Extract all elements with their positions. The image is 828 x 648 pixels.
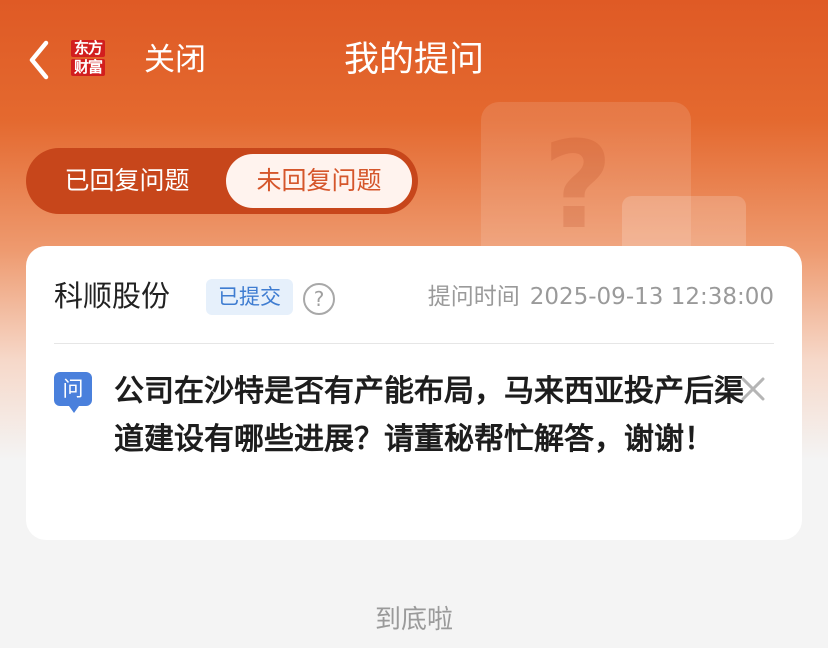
question-card: 科顺股份 已提交 ? 提问时间 2025-09-13 12:38:00 问 公司在… <box>26 246 802 540</box>
ask-time: 提问时间 2025-09-13 12:38:00 <box>428 279 774 315</box>
ask-time-value: 2025-09-13 12:38:00 <box>529 284 774 310</box>
stock-name[interactable]: 科顺股份 <box>54 276 170 316</box>
end-of-list-text: 到底啦 <box>374 605 453 635</box>
top-bar: 东方 财富 关闭 我的提问 <box>0 0 828 120</box>
tab-unanswered-questions[interactable]: 未回复问题 <box>226 154 412 208</box>
page-title: 我的提问 <box>343 40 484 80</box>
question-tag-icon: 问 <box>54 372 92 413</box>
tab-switcher: 已回复问题 未回复问题 <box>26 148 418 214</box>
status-badge: 已提交 <box>206 279 293 315</box>
close-icon[interactable] <box>736 372 770 406</box>
divider <box>54 343 774 344</box>
question-circle-icon[interactable]: ? <box>303 283 335 315</box>
tab-answered-questions[interactable]: 已回复问题 <box>34 154 220 208</box>
ask-time-label: 提问时间 <box>427 284 520 310</box>
question-text: 公司在沙特是否有产能布局，马来西亚投产后渠道建设有哪些进展？请董秘帮忙解答，谢谢… <box>114 374 744 457</box>
